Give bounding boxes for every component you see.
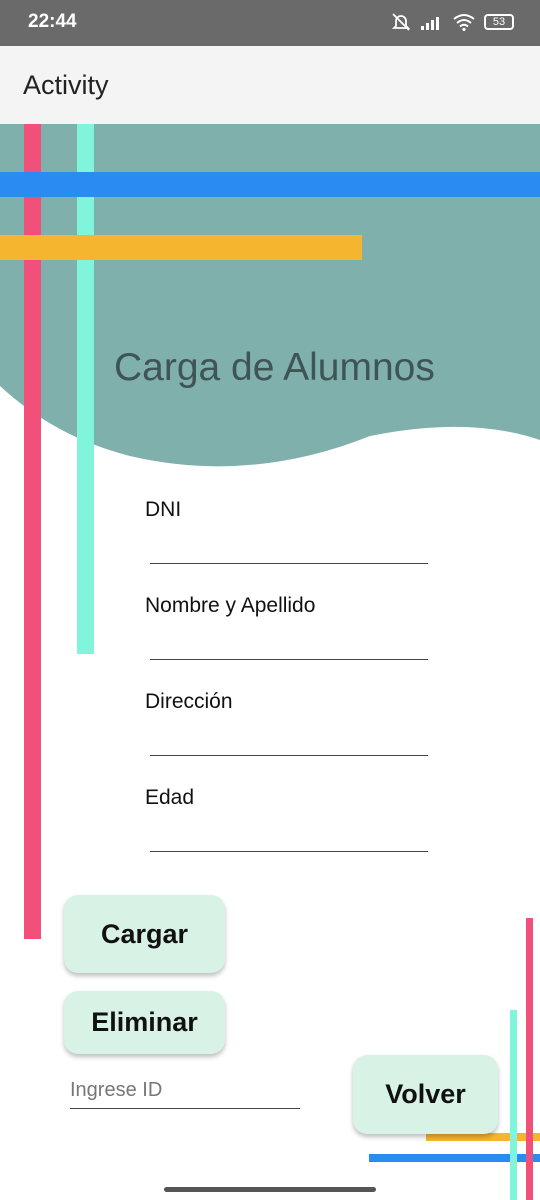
pink-stripe-small bbox=[526, 918, 533, 1200]
eliminar-button[interactable]: Eliminar bbox=[64, 991, 225, 1054]
status-icons: 53 bbox=[390, 12, 514, 32]
orange-stripe-small bbox=[426, 1133, 540, 1141]
edad-label: Edad bbox=[145, 786, 195, 809]
signal-icon bbox=[421, 17, 439, 30]
nombre-label: Nombre y Apellido bbox=[145, 594, 316, 617]
dni-label: DNI bbox=[145, 498, 182, 521]
content-area: Carga de Alumnos DNI Nombre y Apellido D… bbox=[0, 124, 540, 1200]
mute-bell-icon bbox=[391, 13, 411, 31]
id-input[interactable] bbox=[70, 1072, 300, 1109]
direccion-label: Dirección bbox=[145, 690, 233, 713]
gesture-nav-handle[interactable] bbox=[164, 1187, 376, 1192]
status-bar: 22:44 53 bbox=[0, 0, 540, 46]
mint-stripe-small bbox=[510, 1010, 517, 1200]
direccion-field[interactable] bbox=[150, 721, 428, 756]
status-time: 22:44 bbox=[28, 11, 77, 32]
app-title: Activity bbox=[23, 70, 109, 100]
volver-button[interactable]: Volver bbox=[353, 1055, 498, 1134]
edad-field[interactable] bbox=[150, 817, 428, 852]
battery-icon: 53 bbox=[484, 14, 514, 30]
orange-stripe bbox=[0, 235, 362, 260]
wifi-icon bbox=[453, 14, 475, 31]
mint-stripe bbox=[77, 124, 94, 654]
cargar-button[interactable]: Cargar bbox=[64, 895, 225, 973]
dni-field[interactable] bbox=[150, 529, 428, 564]
page-title: Carga de Alumnos bbox=[114, 346, 435, 389]
blue-stripe bbox=[0, 172, 540, 197]
app-bar: Activity bbox=[0, 46, 540, 124]
nombre-field[interactable] bbox=[150, 625, 428, 660]
